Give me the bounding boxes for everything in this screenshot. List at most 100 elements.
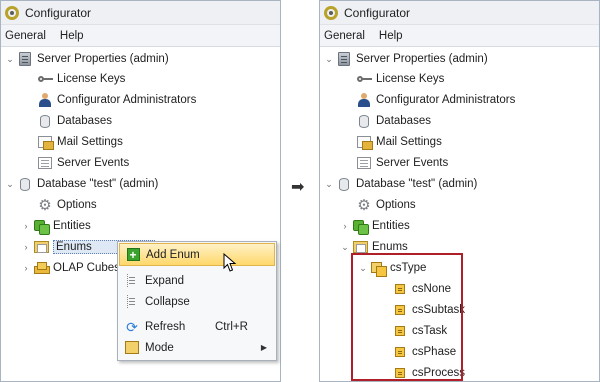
tree-item-label: Entities <box>53 220 91 232</box>
tree-item-olap-cubes[interactable]: › OLAP Cubes <box>21 258 120 278</box>
tree-item-label: Mail Settings <box>57 136 123 148</box>
window-title: Configurator <box>344 5 411 20</box>
tree-item-database-test[interactable]: ⌄ Database "test" (admin) <box>5 174 158 194</box>
tree-item-label: Configurator Administrators <box>376 94 516 106</box>
tree-item-label: Server Properties (admin) <box>356 53 488 65</box>
tree-item-mail-settings[interactable]: Mail Settings <box>356 132 442 152</box>
tree-item-server-events[interactable]: Server Events <box>37 153 129 173</box>
arrow-right-icon: ➡ <box>291 179 305 196</box>
tree-item-databases[interactable]: Databases <box>37 111 112 131</box>
tree-item-server-properties[interactable]: ⌄ Server Properties (admin) <box>324 49 488 69</box>
menu-bar: General Help <box>1 25 280 47</box>
window-title: Configurator <box>25 5 92 20</box>
submenu-arrow-icon: ▶ <box>260 343 267 352</box>
refresh-icon: ⟳ <box>126 318 138 335</box>
gear-icon: ⚙ <box>357 196 371 214</box>
tree-item-label: Enums <box>372 241 408 253</box>
shortcut-label: Ctrl+R <box>215 320 248 333</box>
tree-item-label: Databases <box>376 115 431 127</box>
chevron-right-icon[interactable]: › <box>21 242 31 252</box>
menu-help[interactable]: Help <box>379 30 403 42</box>
tree-item-label: Database "test" (admin) <box>37 178 159 190</box>
tree-item-entities[interactable]: › Entities <box>21 216 91 236</box>
menu-item-label: Add Enum <box>146 248 200 261</box>
menu-general[interactable]: General <box>5 30 46 42</box>
tree-item-label: Options <box>376 199 416 211</box>
gear-icon: ⚙ <box>38 196 52 214</box>
chevron-right-icon[interactable]: › <box>21 221 31 231</box>
database-icon <box>17 176 33 192</box>
highlight-box <box>351 253 463 381</box>
administrator-icon <box>37 92 53 108</box>
entities-icon <box>352 218 369 235</box>
tree-item-server-events[interactable]: Server Events <box>356 153 448 173</box>
menu-item-collapse[interactable]: Collapse <box>119 290 275 313</box>
server-icon <box>336 51 352 67</box>
tree-item-label: License Keys <box>57 73 126 85</box>
chevron-down-icon[interactable]: ⌄ <box>5 54 15 64</box>
menu-item-mode[interactable]: Mode ▶ <box>119 336 275 359</box>
tree-item-options[interactable]: ⚙ Options <box>356 195 416 215</box>
chevron-right-icon[interactable]: › <box>340 221 350 231</box>
tree-item-label: Databases <box>57 115 112 127</box>
tree-item-label: Mail Settings <box>376 136 442 148</box>
administrator-icon <box>356 92 372 108</box>
menu-general[interactable]: General <box>324 30 365 42</box>
tree-item-mail-settings[interactable]: Mail Settings <box>37 132 123 152</box>
tree-item-configurator-administrators[interactable]: Configurator Administrators <box>37 90 196 110</box>
menu-item-label: Mode <box>145 341 174 354</box>
title-bar: Configurator <box>1 1 280 25</box>
tree-item-entities[interactable]: › Entities <box>340 216 410 236</box>
menu-bar: General Help <box>320 25 599 47</box>
mail-icon <box>37 134 54 150</box>
tree-item-label: Server Events <box>376 157 449 169</box>
chevron-down-icon[interactable]: ⌄ <box>324 179 334 189</box>
menu-item-label: Collapse <box>145 295 190 308</box>
tree-item-license-keys[interactable]: License Keys <box>37 69 125 89</box>
events-icon <box>356 155 372 171</box>
chevron-down-icon[interactable]: ⌄ <box>324 54 334 64</box>
tree-item-label: Options <box>57 199 97 211</box>
mode-icon <box>125 341 139 354</box>
tree-item-label: License Keys <box>376 73 445 85</box>
add-icon: + <box>126 248 140 261</box>
olap-cubes-icon <box>33 260 50 276</box>
tree-item-label: Server Properties (admin) <box>37 53 169 65</box>
tree-item-label: Configurator Administrators <box>57 94 197 106</box>
tree-item-database-test[interactable]: ⌄ Database "test" (admin) <box>324 174 477 194</box>
key-icon <box>37 71 53 87</box>
tree-item-label: OLAP Cubes <box>53 262 120 274</box>
chevron-down-icon[interactable]: ⌄ <box>5 179 15 189</box>
tree-item-server-properties[interactable]: ⌄ Server Properties (admin) <box>5 49 169 69</box>
menu-item-label: Refresh <box>145 320 186 333</box>
tree-item-label: Server Events <box>57 157 130 169</box>
tree-item-label: Entities <box>372 220 410 232</box>
tree-item-options[interactable]: ⚙ Options <box>37 195 97 215</box>
database-icon <box>37 113 53 129</box>
chevron-right-icon[interactable]: › <box>21 263 31 273</box>
events-icon <box>37 155 53 171</box>
app-logo-icon <box>324 5 338 20</box>
enums-folder-icon <box>33 239 49 255</box>
tree-item-configurator-administrators[interactable]: Configurator Administrators <box>356 90 515 110</box>
database-icon <box>356 113 372 129</box>
menu-item-refresh[interactable]: ⟳ Refresh Ctrl+R <box>119 315 275 338</box>
expand-icon <box>126 274 138 287</box>
menu-item-label: Expand <box>145 274 185 287</box>
key-icon <box>356 71 372 87</box>
menu-item-expand[interactable]: Expand <box>119 269 275 292</box>
server-icon <box>17 51 33 67</box>
title-bar: Configurator <box>320 1 599 25</box>
tree-item-databases[interactable]: Databases <box>356 111 431 131</box>
chevron-down-icon[interactable]: ⌄ <box>340 242 350 252</box>
tree-item-label: Database "test" (admin) <box>356 178 478 190</box>
collapse-icon <box>126 295 138 308</box>
mail-icon <box>356 134 373 150</box>
tree-item-license-keys[interactable]: License Keys <box>356 69 444 89</box>
app-logo-icon <box>5 5 19 20</box>
entities-icon <box>33 218 50 235</box>
menu-item-add-enum[interactable]: + Add Enum <box>119 243 275 266</box>
database-icon <box>336 176 352 192</box>
menu-help[interactable]: Help <box>60 30 84 42</box>
context-menu: + Add Enum Expand Collapse ⟳ Refresh Ctr… <box>117 241 277 361</box>
